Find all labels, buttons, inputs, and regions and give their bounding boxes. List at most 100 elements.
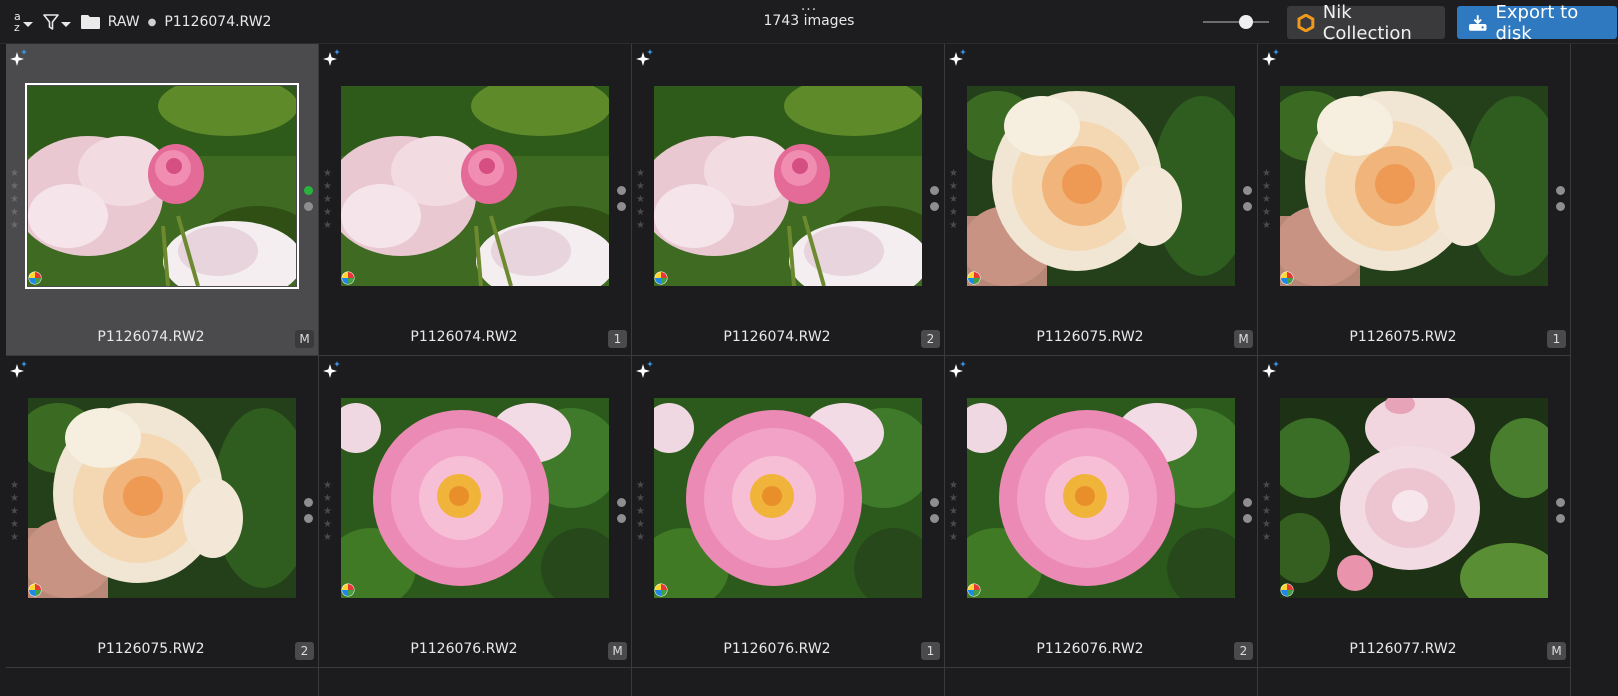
- thumbnail-cell[interactable]: ★ ★ ★ ★ ★ P1126075.RW2 2: [6, 356, 319, 668]
- star-icon[interactable]: ★: [636, 532, 648, 544]
- star-icon[interactable]: ★: [949, 181, 961, 193]
- star-icon[interactable]: ★: [636, 480, 648, 492]
- thumbnail-image[interactable]: [967, 398, 1235, 598]
- star-icon[interactable]: ★: [636, 194, 648, 206]
- status-dot[interactable]: [617, 186, 626, 195]
- thumbnail-cell[interactable]: [945, 668, 1258, 696]
- star-icon[interactable]: ★: [636, 207, 648, 219]
- star-icon[interactable]: ★: [636, 220, 648, 232]
- star-icon[interactable]: ★: [636, 506, 648, 518]
- star-icon[interactable]: ★: [949, 506, 961, 518]
- star-icon[interactable]: ★: [1262, 480, 1274, 492]
- thumbnail-cell[interactable]: [632, 668, 945, 696]
- star-icon[interactable]: ★: [1262, 207, 1274, 219]
- star-icon[interactable]: ★: [10, 493, 22, 505]
- auto-enhance-icon[interactable]: [636, 49, 654, 67]
- star-icon[interactable]: ★: [323, 519, 335, 531]
- thumbnail-image[interactable]: [1280, 398, 1548, 598]
- star-icon[interactable]: ★: [10, 506, 22, 518]
- status-dot[interactable]: [617, 498, 626, 507]
- status-dot[interactable]: [930, 202, 939, 211]
- star-rating[interactable]: ★ ★ ★ ★ ★: [1262, 168, 1274, 232]
- star-icon[interactable]: ★: [1262, 506, 1274, 518]
- star-icon[interactable]: ★: [1262, 181, 1274, 193]
- status-dot[interactable]: [617, 514, 626, 523]
- thumbnail-cell[interactable]: ★ ★ ★ ★ ★ P1126074.RW2 M: [6, 44, 319, 356]
- star-rating[interactable]: ★ ★ ★ ★ ★: [323, 480, 335, 544]
- status-dot[interactable]: [304, 498, 313, 507]
- thumbnail-cell[interactable]: [6, 668, 319, 696]
- auto-enhance-icon[interactable]: [10, 49, 28, 67]
- auto-enhance-icon[interactable]: [10, 361, 28, 379]
- auto-enhance-icon[interactable]: [949, 361, 967, 379]
- star-icon[interactable]: ★: [949, 480, 961, 492]
- star-icon[interactable]: ★: [636, 181, 648, 193]
- slider-handle[interactable]: [1239, 15, 1253, 29]
- thumbnail-image[interactable]: [28, 398, 296, 598]
- auto-enhance-icon[interactable]: [949, 49, 967, 67]
- star-icon[interactable]: ★: [1262, 220, 1274, 232]
- auto-enhance-icon[interactable]: [1262, 49, 1280, 67]
- star-rating[interactable]: ★ ★ ★ ★ ★: [10, 480, 22, 544]
- auto-enhance-icon[interactable]: [323, 361, 341, 379]
- status-dot[interactable]: [304, 514, 313, 523]
- thumbnail-cell[interactable]: [319, 668, 632, 696]
- star-icon[interactable]: ★: [949, 493, 961, 505]
- star-icon[interactable]: ★: [10, 220, 22, 232]
- thumbnail-cell[interactable]: [1258, 668, 1571, 696]
- status-dot[interactable]: [1556, 498, 1565, 507]
- star-icon[interactable]: ★: [323, 506, 335, 518]
- auto-enhance-icon[interactable]: [323, 49, 341, 67]
- thumbnail-image[interactable]: [341, 86, 609, 286]
- status-dot[interactable]: [1556, 202, 1565, 211]
- status-dot[interactable]: [617, 202, 626, 211]
- star-icon[interactable]: ★: [949, 532, 961, 544]
- star-rating[interactable]: ★ ★ ★ ★ ★: [636, 168, 648, 232]
- star-icon[interactable]: ★: [10, 194, 22, 206]
- star-icon[interactable]: ★: [636, 519, 648, 531]
- star-icon[interactable]: ★: [323, 207, 335, 219]
- status-dot[interactable]: [304, 202, 313, 211]
- status-dot[interactable]: [1243, 514, 1252, 523]
- star-icon[interactable]: ★: [1262, 168, 1274, 180]
- auto-enhance-icon[interactable]: [636, 361, 654, 379]
- thumbnail-size-slider[interactable]: [1203, 14, 1269, 30]
- star-icon[interactable]: ★: [10, 532, 22, 544]
- star-icon[interactable]: ★: [10, 181, 22, 193]
- star-icon[interactable]: ★: [1262, 493, 1274, 505]
- auto-enhance-icon[interactable]: [1262, 361, 1280, 379]
- star-icon[interactable]: ★: [1262, 194, 1274, 206]
- export-to-disk-button[interactable]: Export to disk: [1457, 2, 1617, 44]
- thumbnail-cell[interactable]: ★ ★ ★ ★ ★ P1126075.RW2 M: [945, 44, 1258, 356]
- star-rating[interactable]: ★ ★ ★ ★ ★: [1262, 480, 1274, 544]
- sort-button[interactable]: a z: [14, 11, 33, 33]
- star-icon[interactable]: ★: [323, 480, 335, 492]
- thumbnail-cell[interactable]: ★ ★ ★ ★ ★ P1126077.RW2 M: [1258, 356, 1571, 668]
- star-rating[interactable]: ★ ★ ★ ★ ★: [323, 168, 335, 232]
- star-rating[interactable]: ★ ★ ★ ★ ★: [949, 480, 961, 544]
- thumbnail-image[interactable]: [967, 86, 1235, 286]
- star-icon[interactable]: ★: [323, 220, 335, 232]
- thumbnail-image[interactable]: [1280, 86, 1548, 286]
- star-icon[interactable]: ★: [323, 168, 335, 180]
- star-icon[interactable]: ★: [10, 207, 22, 219]
- star-rating[interactable]: ★ ★ ★ ★ ★: [949, 168, 961, 232]
- breadcrumb-folder[interactable]: RAW: [108, 14, 140, 30]
- status-dot[interactable]: [1556, 186, 1565, 195]
- thumbnail-image[interactable]: [25, 83, 299, 289]
- thumbnail-cell[interactable]: ★ ★ ★ ★ ★ P1126074.RW2 2: [632, 44, 945, 356]
- star-icon[interactable]: ★: [949, 220, 961, 232]
- star-icon[interactable]: ★: [323, 181, 335, 193]
- star-icon[interactable]: ★: [949, 207, 961, 219]
- status-dot[interactable]: [930, 498, 939, 507]
- star-icon[interactable]: ★: [1262, 519, 1274, 531]
- star-icon[interactable]: ★: [10, 480, 22, 492]
- star-icon[interactable]: ★: [10, 168, 22, 180]
- thumbnail-cell[interactable]: ★ ★ ★ ★ ★ P1126076.RW2 M: [319, 356, 632, 668]
- star-rating[interactable]: ★ ★ ★ ★ ★: [636, 480, 648, 544]
- status-dot[interactable]: [304, 186, 313, 195]
- nik-collection-button[interactable]: Nik Collection: [1287, 2, 1445, 44]
- thumbnail-cell[interactable]: ★ ★ ★ ★ ★ P1126076.RW2 1: [632, 356, 945, 668]
- status-dot[interactable]: [1243, 202, 1252, 211]
- thumbnail-image[interactable]: [654, 398, 922, 598]
